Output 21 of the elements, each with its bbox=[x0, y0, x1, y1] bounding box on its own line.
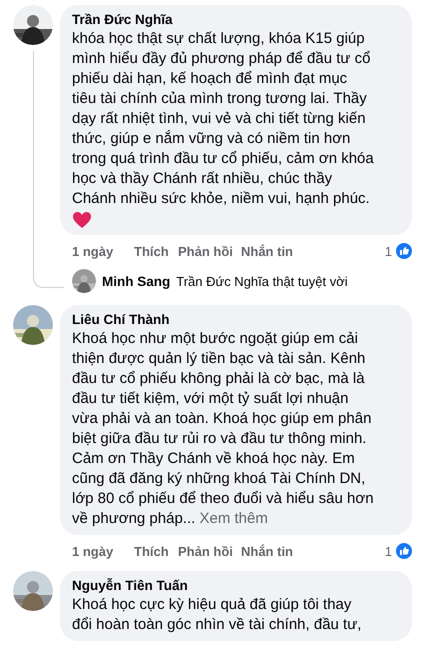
like-count: 1 bbox=[384, 544, 392, 558]
reply-author[interactable]: Minh Sang bbox=[102, 274, 170, 288]
comment-text: khóa học thật sự chất lượng, khóa K15 giúp mình hiểu đầy đủ phương pháp để đầu tư cổ phiếu dài hạn, kế hoạch để mình đạt mục tiêu tài chính của mình trong tương lai. Thầy dạy rất nhiệt tình, vui vẻ và chi tiết từng kiến thức, giúp e nắm vững và có niềm tin hơn trong quá trình đầu tư cổ phiếu, cảm ơn khóa học và thầy Chánh rất nhiều, chúc thầy Chánh nhiều sức khỏe, niềm vui, hạnh phúc. bbox=[72, 29, 375, 209]
like-count: 1 bbox=[384, 244, 392, 258]
author-name[interactable]: Liêu Chí Thành bbox=[72, 311, 400, 329]
action-link[interactable]: Nhắn tin bbox=[241, 544, 311, 558]
action-link[interactable]: Phản hồi bbox=[178, 244, 241, 258]
see-more-link[interactable]: Xem thêm bbox=[199, 510, 268, 527]
author-name[interactable]: Nguyễn Tiên Tuấn bbox=[72, 577, 400, 595]
comment-text: Khoá học như một bước ngoặt giúp em cải thiện được quản lý tiền bạc và tài sản. Kênh đầu tư cổ phiếu không phải là cờ bạc, mà là đầu tư tiết kiệm, với một tỷ suất lợi nhuận vừa phải và an toàn. Khoá học giúp em phân biệt giữa đầu tư rủi ro và đầu tư thông minh. Cảm ơn Thầy Chánh về khoá học này. Em cũng đã đăng ký những khoá Tài Chính DN, lớp 80 cổ phiếu để theo đuổi và hiểu sâu hơn về phương pháp... Xem thêm bbox=[72, 329, 375, 529]
like-icon bbox=[396, 543, 412, 559]
action-link[interactable]: Nhắn tin bbox=[241, 244, 311, 258]
like-icon bbox=[396, 243, 412, 259]
author-name[interactable]: Trần Đức Nghĩa bbox=[72, 11, 400, 29]
comment-text: Khoá học cực kỳ hiệu quả đã giúp tôi thay đổi hoàn toàn góc nhìn về tài chính, đầu tư, bbox=[72, 595, 362, 635]
timestamp: 1 ngày bbox=[72, 244, 114, 258]
action-link[interactable]: Thích bbox=[134, 544, 178, 558]
action-link[interactable]: Thích bbox=[134, 244, 178, 258]
timestamp: 1 ngày bbox=[72, 544, 114, 558]
reply-text: Trần Đức Nghĩa thật tuyệt vời bbox=[176, 274, 348, 288]
action-link[interactable]: Phản hồi bbox=[178, 544, 241, 558]
